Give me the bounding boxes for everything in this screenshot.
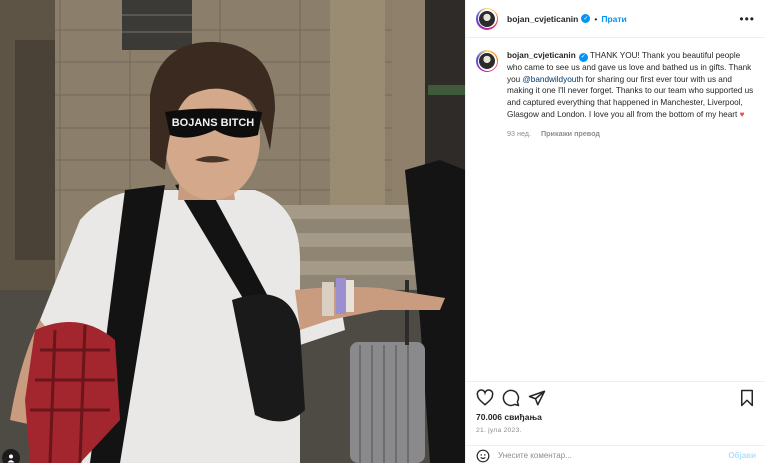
verified-badge-icon: ✓ [578, 53, 588, 63]
paper-plane-icon[interactable] [528, 389, 546, 407]
caption-mention-link[interactable]: @bandwildyouth [522, 75, 583, 84]
caption-avatar[interactable] [476, 50, 498, 72]
post-actions: 70.006 свиђања 21. јула 2023. [466, 381, 765, 434]
comment-icon[interactable] [502, 389, 520, 407]
heart-emoji: ♥ [739, 109, 745, 119]
caption-meta: 93 нед. Прикажи превод [507, 129, 755, 138]
post-photo[interactable]: BOJANS BITCH [0, 0, 465, 463]
post-comment-button[interactable]: Објави [728, 451, 756, 460]
bookmark-icon[interactable] [738, 389, 756, 407]
likes-count[interactable]: 70.006 свиђања [476, 412, 756, 422]
verified-badge-icon: ✓ [581, 14, 591, 23]
smiley-icon[interactable] [476, 449, 490, 463]
avatar[interactable] [476, 7, 498, 30]
post-username[interactable]: bojan_cvjeticanin [507, 14, 578, 24]
add-comment-bar: Објави [466, 445, 765, 463]
follow-button[interactable]: Прати [601, 14, 626, 24]
photo-illustration: BOJANS BITCH [0, 0, 465, 463]
post-date: 21. јула 2023. [476, 427, 522, 434]
comment-input[interactable] [498, 451, 729, 460]
post-side-panel: bojan_cvjeticanin ✓ • Прати ••• bojan_cv… [465, 0, 765, 463]
heart-icon[interactable] [476, 389, 494, 407]
caption-username[interactable]: bojan_cvjeticanin [507, 51, 576, 60]
action-buttons [476, 387, 756, 409]
glasses-text: BOJANS BITCH [172, 117, 255, 129]
more-options-icon[interactable]: ••• [739, 12, 755, 26]
translate-button[interactable]: Прикажи превод [541, 129, 600, 138]
comments-section: bojan_cvjeticanin ✓ THANK YOU! Thank you … [466, 38, 765, 380]
separator-dot: • [594, 13, 598, 24]
user-tag-icon[interactable] [2, 449, 20, 463]
post-header: bojan_cvjeticanin ✓ • Прати ••• [466, 0, 765, 38]
post-time-ago[interactable]: 93 нед. [507, 129, 531, 138]
caption-text: bojan_cvjeticanin ✓ THANK YOU! Thank you … [507, 50, 755, 120]
caption: bojan_cvjeticanin ✓ THANK YOU! Thank you … [476, 50, 755, 138]
